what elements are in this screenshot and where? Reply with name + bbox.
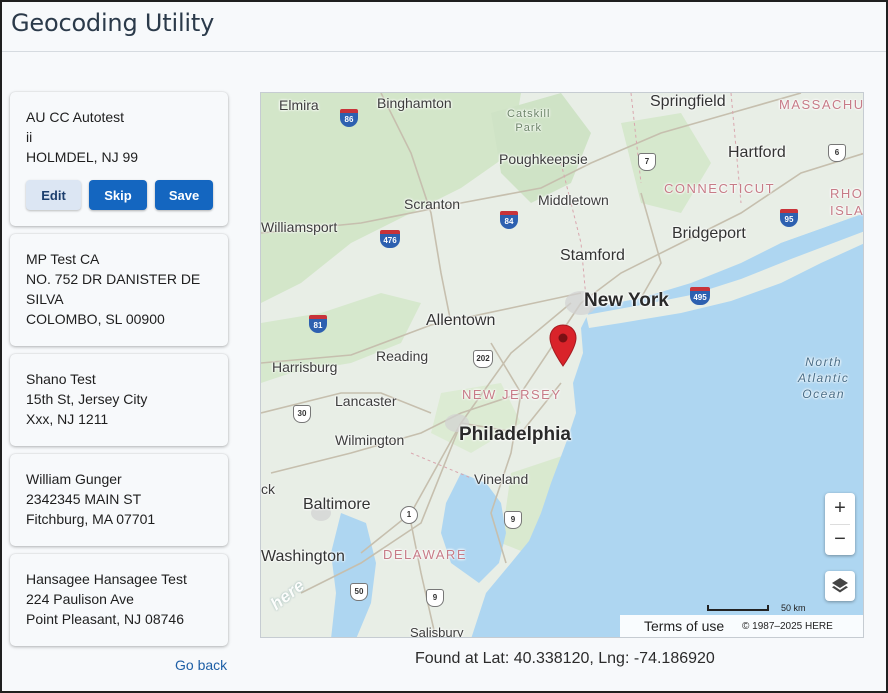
record-name: Hansagee Hansagee Test bbox=[26, 571, 187, 587]
map-label-springfield: Springfield bbox=[650, 93, 726, 110]
record-name: William Gunger bbox=[26, 471, 122, 487]
layers-icon bbox=[832, 578, 848, 593]
map-label-stamford: Stamford bbox=[560, 247, 625, 264]
layers-button[interactable] bbox=[825, 571, 855, 601]
map-label-poughkeepsie: Poughkeepsie bbox=[499, 151, 588, 167]
map-label-catskill: Catskill Park bbox=[507, 108, 551, 134]
interstate-shield-icon: 84 bbox=[500, 211, 518, 229]
geocode-result-text: Found at Lat: 40.338120, Lng: -74.186920 bbox=[415, 650, 715, 667]
map-label-allentown: Allentown bbox=[426, 312, 496, 329]
record-card[interactable]: AU CC Autotest ii HOLMDEL, NJ 99 Edit Sk… bbox=[10, 92, 228, 226]
map-label-delaware: DELAWARE bbox=[383, 547, 467, 562]
map-label-vineland: Vineland bbox=[474, 471, 529, 487]
copyright-text: © 1987–2025 HERE bbox=[742, 621, 833, 632]
map-label-washington: Washington bbox=[261, 548, 345, 565]
record-card[interactable]: Hansagee Hansagee Test 224 Paulison Ave … bbox=[10, 554, 228, 646]
route-shield-icon: 7 bbox=[638, 153, 656, 171]
record-card[interactable]: MP Test CA NO. 752 DR DANISTER DE SILVA … bbox=[10, 234, 228, 346]
record-name: MP Test CA bbox=[26, 251, 100, 267]
route-shield-icon: 50 bbox=[350, 583, 368, 601]
route-shield-icon: 202 bbox=[473, 350, 493, 368]
route-shield-icon: 9 bbox=[504, 511, 522, 529]
map-label-north-atlantic-ocean: North Atlantic Ocean bbox=[798, 355, 850, 401]
map-label-new-jersey: NEW JERSEY bbox=[462, 387, 562, 402]
zoom-divider bbox=[830, 524, 850, 525]
interstate-shield-icon: 86 bbox=[340, 109, 358, 127]
map-label-hartford: Hartford bbox=[728, 144, 786, 161]
map-label-middletown: Middletown bbox=[538, 192, 609, 208]
interstate-shield-icon: 81 bbox=[309, 315, 327, 333]
record-city: COLOMBO, SL 00900 bbox=[26, 311, 165, 327]
map-attribution: Terms of use © 1987–2025 HERE bbox=[620, 615, 863, 637]
map-label-connecticut: CONNECTICUT bbox=[664, 181, 776, 196]
app-title: Geocoding Utility bbox=[11, 9, 215, 37]
record-name: Shano Test bbox=[26, 371, 96, 387]
record-city: Fitchburg, MA 07701 bbox=[26, 511, 156, 527]
record-city: HOLMDEL, NJ 99 bbox=[26, 149, 139, 165]
zoom-controls: + − bbox=[825, 493, 855, 555]
record-address: 224 Paulison Ave bbox=[26, 591, 134, 607]
location-pin-icon[interactable] bbox=[549, 324, 577, 368]
app-window: Geocoding Utility AU CC Autotest ii HOLM… bbox=[2, 2, 886, 691]
map-label-philadelphia: Philadelphia bbox=[459, 424, 571, 445]
record-address: 15th St, Jersey City bbox=[26, 391, 148, 407]
map-label-wilmington: Wilmington bbox=[335, 432, 405, 448]
map-label-scranton: Scranton bbox=[404, 196, 461, 212]
record-card[interactable]: Shano Test 15th St, Jersey City Xxx, NJ … bbox=[10, 354, 228, 446]
record-name: AU CC Autotest bbox=[26, 109, 125, 125]
map-label-new-york: New York bbox=[584, 290, 669, 311]
map-view[interactable]: Elmira Binghamton Springfield MASSACHU C… bbox=[260, 92, 864, 638]
interstate-shield-icon: 476 bbox=[380, 230, 400, 248]
map-label-williamsport: Williamsport bbox=[261, 219, 338, 235]
map-label-massachusetts: MASSACHU bbox=[779, 97, 864, 112]
edit-button[interactable]: Edit bbox=[26, 180, 81, 210]
record-address: 2342345 MAIN ST bbox=[26, 491, 142, 507]
map-label-reading: Reading bbox=[376, 348, 429, 364]
record-city: Xxx, NJ 1211 bbox=[26, 411, 109, 427]
zoom-in-button[interactable]: + bbox=[825, 493, 855, 524]
map-label-ck: ck bbox=[261, 481, 275, 497]
card-actions: Edit Skip Save bbox=[26, 180, 213, 210]
interstate-shield-icon: 95 bbox=[780, 209, 798, 227]
record-city: Point Pleasant, NJ 08746 bbox=[26, 611, 184, 627]
map-label-rhode-island: RHO ISLA bbox=[830, 186, 864, 218]
map-label-bridgeport: Bridgeport bbox=[672, 225, 746, 242]
record-address: ii bbox=[26, 129, 33, 145]
go-back-link[interactable]: Go back bbox=[175, 657, 227, 673]
route-shield-icon: 30 bbox=[293, 405, 311, 423]
interstate-shield-icon: 495 bbox=[690, 287, 710, 305]
record-address: NO. 752 DR DANISTER DE bbox=[26, 271, 201, 287]
record-card[interactable]: William Gunger 2342345 MAIN ST Fitchburg… bbox=[10, 454, 228, 546]
scale-label: 50 km bbox=[781, 603, 806, 613]
route-shield-icon: 9 bbox=[426, 589, 444, 607]
map-label-baltimore: Baltimore bbox=[303, 496, 371, 513]
terms-of-use-link[interactable]: Terms of use bbox=[644, 618, 724, 634]
skip-button[interactable]: Skip bbox=[89, 180, 147, 210]
route-shield-icon: 6 bbox=[828, 144, 846, 162]
map-label-elmira: Elmira bbox=[279, 97, 319, 113]
map-label-harrisburg: Harrisburg bbox=[272, 359, 338, 375]
zoom-out-button[interactable]: − bbox=[825, 524, 855, 555]
map-label-binghamton: Binghamton bbox=[377, 95, 452, 111]
save-button[interactable]: Save bbox=[155, 180, 213, 210]
record-address: SILVA bbox=[26, 291, 64, 307]
scale-bar-line bbox=[707, 605, 769, 611]
header: Geocoding Utility bbox=[2, 2, 886, 52]
map-label-lancaster: Lancaster bbox=[335, 393, 397, 409]
map-label-salisbury: Salisbury bbox=[410, 625, 464, 638]
route-shield-icon: 1 bbox=[400, 506, 418, 524]
